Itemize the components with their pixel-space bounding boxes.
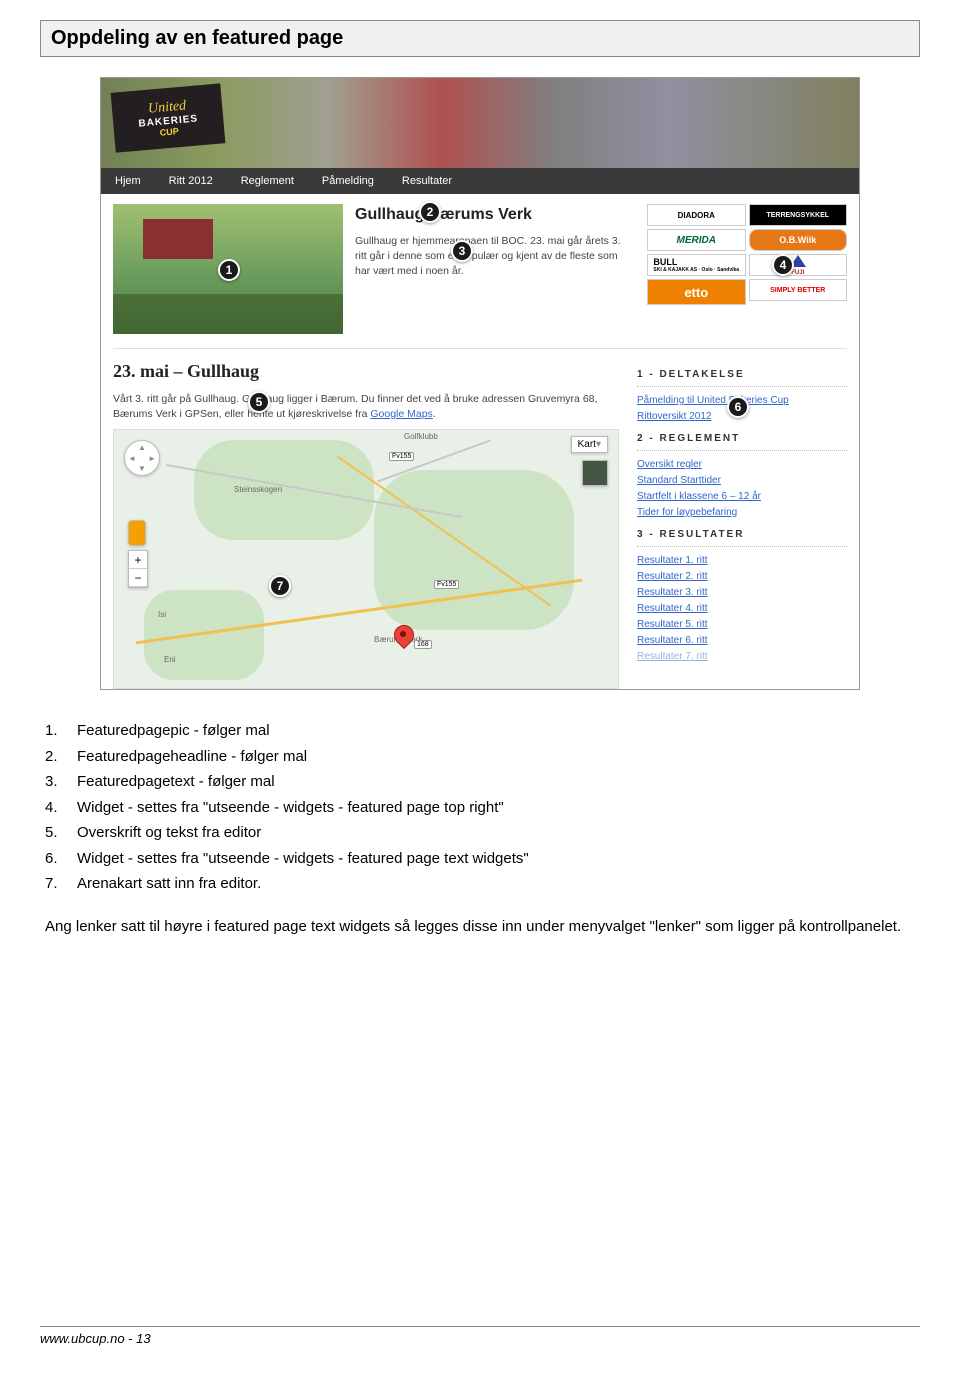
section-header: Oppdeling av en featured page [40, 20, 920, 57]
embedded-screenshot: United BAKERIES CUP Hjem Ritt 2012 Regle… [100, 77, 860, 690]
road-shield-fv155b: Fv155 [434, 580, 459, 589]
sponsor-merida: MERIDA [647, 229, 746, 251]
featured-page-pic: 1 [113, 204, 343, 334]
list-text: Arenakart satt inn fra editor. [77, 875, 261, 892]
nav-ritt[interactable]: Ritt 2012 [155, 168, 227, 194]
google-maps-link[interactable]: Google Maps [370, 408, 432, 420]
sidebar-sec1-title: 1 - DELTAKELSE [637, 369, 847, 387]
list-num: 6. [45, 848, 58, 871]
logo-cup: CUP [159, 126, 179, 138]
list-item: 6. Widget - settes fra "utseende - widget… [45, 848, 915, 871]
sidebar-sec3-title: 3 - RESULTATER [637, 529, 847, 547]
list-item: 4. Widget - settes fra "utseende - widget… [45, 797, 915, 820]
featured-headline-text: Gullhaug Bærums Verk [355, 206, 532, 223]
badge-7: 7 [269, 575, 291, 597]
sidebar-link-res6[interactable]: Resultater 6. ritt [637, 633, 847, 649]
banner-logo: United BAKERIES CUP [111, 83, 226, 152]
arena-map[interactable]: Steinsskogen Bærums Verk Isi Eni Golfklu… [113, 429, 619, 689]
sidebar-sec2-title: 2 - REGLEMENT [637, 433, 847, 451]
list-num: 1. [45, 720, 58, 743]
sidebar-link-res1[interactable]: Resultater 1. ritt [637, 553, 847, 569]
sidebar-link-res5[interactable]: Resultater 5. ritt [637, 617, 847, 633]
list-num: 7. [45, 873, 58, 896]
list-text: Overskrift og tekst fra editor [77, 824, 261, 841]
list-num: 4. [45, 797, 58, 820]
sidebar-link-starttider[interactable]: Standard Starttider [637, 473, 847, 489]
list-item: 3. Featuredpagetext - følger mal [45, 771, 915, 794]
body-text: 1. Featuredpagepic - følger mal 2. Feature… [40, 720, 920, 938]
sponsor-fuji-text: FUJI [791, 270, 804, 276]
sidebar-link-oversikt[interactable]: Oversikt regler [637, 457, 847, 473]
badge-2: 2 [419, 201, 441, 223]
badge-5: 5 [248, 391, 270, 413]
sponsor-bull: BULL SKI & KAJAKK AS · Oslo · Sandvika [647, 254, 746, 276]
sidebar-widget: 1 - DELTAKELSE Påmelding til United Bake… [637, 361, 847, 689]
list-text: Featuredpagepic - følger mal [77, 722, 270, 739]
featured-row: 1 Gullhaug Bærums Verk 2 Gullhaug er hje… [101, 194, 859, 344]
list-num: 5. [45, 822, 58, 845]
nav-resultater[interactable]: Resultater [388, 168, 466, 194]
sponsor-simply: SIMPLY BETTER [749, 279, 848, 301]
numbered-list: 1. Featuredpagepic - følger mal 2. Feature… [45, 720, 915, 896]
badge-1: 1 [218, 259, 240, 281]
list-item: 1. Featuredpagepic - følger mal [45, 720, 915, 743]
sponsor-diadora: DIADORA [647, 204, 746, 226]
sponsor-obwiik: O.B.Wiik [749, 229, 848, 251]
sponsor-bull-text: BULL [653, 257, 677, 267]
main-nav: Hjem Ritt 2012 Reglement Påmelding Resul… [101, 168, 859, 194]
list-text: Widget - settes fra "utseende - widgets … [77, 799, 504, 816]
road-shield-168: 168 [414, 640, 432, 649]
map-label-steinsskogen: Steinsskogen [234, 485, 282, 494]
sponsor-widget: DIADORA TERRENGSYKKEL MERIDA O.B.Wiik BU… [647, 204, 847, 334]
sidebar-link-res4[interactable]: Resultater 4. ritt [637, 601, 847, 617]
map-pin-icon [394, 625, 412, 653]
content-heading: 23. mai – Gullhaug [113, 361, 619, 382]
map-label-eni: Eni [164, 655, 176, 664]
sponsor-terrengsykkel: TERRENGSYKKEL [749, 204, 848, 226]
main-content-row: 23. mai – Gullhaug Vårt 3. ritt går på G… [101, 353, 859, 689]
map-type-dropdown[interactable]: Kart [571, 436, 608, 453]
map-pegman-icon[interactable] [128, 520, 146, 546]
map-label-isi: Isi [158, 610, 166, 619]
page-footer: www.ubcup.no - 13 [40, 1326, 920, 1346]
map-pan-control[interactable]: ▲ ▼ [124, 440, 160, 476]
sponsor-bull-sub: SKI & KAJAKK AS · Oslo · Sandvika [653, 267, 739, 273]
nav-reglement[interactable]: Reglement [227, 168, 308, 194]
featured-body-text: Gullhaug er hjemmearenaen til BOC. 23. m… [355, 235, 621, 276]
para-text-b: . [433, 408, 436, 420]
sidebar-link-res7[interactable]: Resultater 7. ritt [637, 649, 847, 665]
para-text-a: Vårt 3. ritt går på Gullhaug. Gullhaug l… [113, 393, 597, 420]
sponsor-fuji: FUJI [749, 254, 848, 276]
sidebar-link-startfelt[interactable]: Startfelt i klassene 6 – 12 år [637, 489, 847, 505]
main-content-left: 23. mai – Gullhaug Vårt 3. ritt går på G… [113, 361, 619, 689]
sidebar-link-res3[interactable]: Resultater 3. ritt [637, 585, 847, 601]
map-zoom-in-button[interactable]: + [129, 551, 147, 569]
featured-text-block: Gullhaug Bærums Verk 2 Gullhaug er hjemm… [355, 204, 635, 334]
list-text: Featuredpagetext - følger mal [77, 773, 275, 790]
content-paragraph: Vårt 3. ritt går på Gullhaug. Gullhaug l… [113, 392, 619, 421]
list-text: Featuredpageheadline - følger mal [77, 748, 307, 765]
body-paragraph: Ang lenker satt til høyre i featured pag… [45, 916, 915, 939]
divider [113, 348, 847, 349]
featured-headline: Gullhaug Bærums Verk 2 [355, 204, 635, 226]
sponsor-etto: etto [647, 279, 746, 305]
sidebar-link-loype[interactable]: Tider for løypebefaring [637, 505, 847, 521]
badge-6: 6 [727, 396, 749, 418]
list-item: 7. Arenakart satt inn fra editor. [45, 873, 915, 896]
nav-pamelding[interactable]: Påmelding [308, 168, 388, 194]
map-zoom-out-button[interactable]: − [129, 569, 147, 587]
road-shield-fv155a: Fv155 [389, 452, 414, 461]
map-satellite-toggle[interactable] [582, 460, 608, 486]
sidebar-link-res2[interactable]: Resultater 2. ritt [637, 569, 847, 585]
list-num: 2. [45, 746, 58, 769]
list-item: 2. Featuredpageheadline - følger mal [45, 746, 915, 769]
site-banner: United BAKERIES CUP [101, 78, 859, 168]
badge-4: 4 [772, 254, 794, 276]
nav-hjem[interactable]: Hjem [101, 168, 155, 194]
list-text: Widget - settes fra "utseende - widgets … [77, 850, 529, 867]
list-num: 3. [45, 771, 58, 794]
map-label-golf: Golfklubb [404, 432, 438, 441]
list-item: 5. Overskrift og tekst fra editor [45, 822, 915, 845]
map-zoom-control[interactable]: + − [128, 550, 148, 588]
